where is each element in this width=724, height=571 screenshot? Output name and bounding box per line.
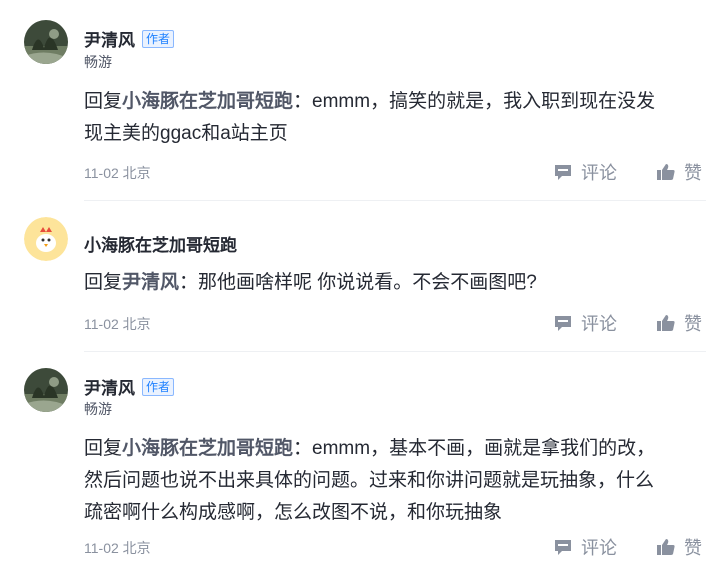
comment-label: 评论 <box>581 314 617 334</box>
comment-text-line2: 现主美的ggac和a站主页 <box>84 123 288 144</box>
author-subtitle: 畅游 <box>84 401 112 417</box>
author-name[interactable]: 尹清风 <box>84 374 135 399</box>
comment-meta: 11-02 北京 <box>84 165 151 181</box>
thumbs-up-icon <box>657 164 675 180</box>
comment-icon <box>555 540 571 555</box>
divider <box>84 351 706 352</box>
author-row: 尹清风 作者 <box>84 374 175 399</box>
thumbs-up-icon <box>657 315 675 331</box>
author-name[interactable]: 尹清风 <box>84 26 135 51</box>
comment-meta: 11-02 北京 <box>84 540 151 556</box>
comment-button[interactable]: 评论 <box>553 159 617 185</box>
comment-icon <box>555 165 571 180</box>
author-badge: 作者 <box>142 29 175 48</box>
like-label: 赞 <box>684 163 702 183</box>
like-button[interactable]: 赞 <box>656 310 702 336</box>
author-subtitle: 畅游 <box>84 54 112 70</box>
comment-content: 回复尹清风：那他画啥样呢 你说说看。不会不画图吧? <box>84 267 704 299</box>
comment-text-line1: ：那他画啥样呢 你说说看。不会不画图吧? <box>179 272 537 293</box>
reply-prefix: 回复 <box>84 272 123 293</box>
comment-text-line1: ：emmm，搞笑的就是，我入职到现在没发 <box>293 91 656 112</box>
comment-text-line3: 疏密啊什么构成感啊，怎么改图不说，和你玩抽象 <box>84 502 503 523</box>
like-label: 赞 <box>684 538 702 558</box>
comment-label: 评论 <box>581 163 617 183</box>
divider <box>84 200 706 201</box>
reply-mention[interactable]: 小海豚在芝加哥短跑 <box>122 91 293 112</box>
author-row: 尹清风 作者 <box>84 26 175 51</box>
avatar[interactable] <box>24 368 68 412</box>
like-button[interactable]: 赞 <box>656 534 702 560</box>
comment-content: 回复小海豚在芝加哥短跑：emmm，基本不画，画就是拿我们的改， 然后问题也说不出… <box>84 433 704 529</box>
author-badge: 作者 <box>142 377 175 396</box>
comment-text-line1: ：emmm，基本不画，画就是拿我们的改， <box>293 438 656 459</box>
comment-icon <box>555 316 571 331</box>
reply-mention[interactable]: 小海豚在芝加哥短跑 <box>122 438 293 459</box>
reply-mention[interactable]: 尹清风 <box>122 272 179 293</box>
avatar[interactable] <box>24 20 68 64</box>
thumbs-up-icon <box>657 539 675 555</box>
like-button[interactable]: 赞 <box>656 159 702 185</box>
comment-text-line2: 然后问题也说不出来具体的问题。过来和你讲问题就是玩抽象，什么 <box>84 470 655 491</box>
reply-prefix: 回复 <box>84 438 123 459</box>
comment-button[interactable]: 评论 <box>553 534 617 560</box>
author-name[interactable]: 小海豚在芝加哥短跑 <box>84 231 237 256</box>
like-label: 赞 <box>684 314 702 334</box>
reply-prefix: 回复 <box>84 91 123 112</box>
comment-meta: 11-02 北京 <box>84 316 151 332</box>
comment-content: 回复小海豚在芝加哥短跑：emmm，搞笑的就是，我入职到现在没发 现主美的ggac… <box>84 86 704 150</box>
comment-button[interactable]: 评论 <box>553 310 617 336</box>
avatar[interactable] <box>24 217 68 261</box>
comment-label: 评论 <box>581 538 617 558</box>
